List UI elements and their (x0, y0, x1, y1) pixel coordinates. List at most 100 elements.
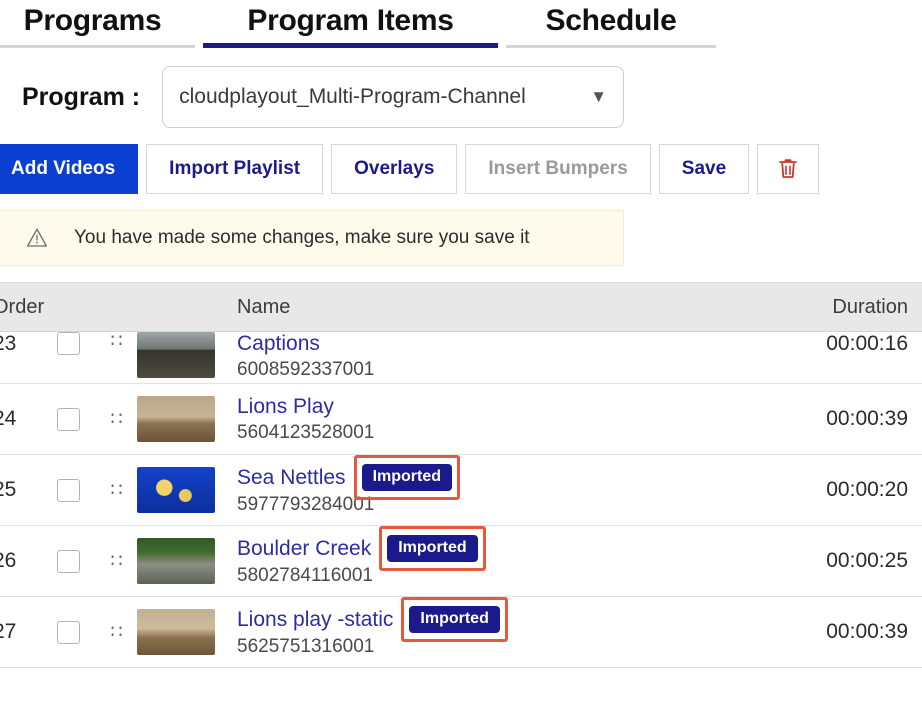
program-selector-row: Program : cloudplayout_Multi-Program-Cha… (0, 50, 922, 142)
row-name-line: Captions (237, 332, 748, 356)
chevron-down-icon: ▼ (590, 87, 608, 106)
row-checkbox[interactable] (56, 407, 80, 431)
row-select-cell (39, 478, 97, 502)
row-select-cell (39, 407, 97, 431)
table-row[interactable]: 27 ∷ Lions play -static Imported 56257513160… (0, 597, 922, 668)
table-row[interactable]: 25 ∷ Sea Nettles Imported 5977793284001 00:00… (0, 455, 922, 526)
header-duration: Duration (832, 295, 908, 318)
row-thumbnail-cell (137, 332, 227, 378)
tab-underline (0, 45, 195, 48)
row-select-cell (39, 332, 97, 355)
import-playlist-button[interactable]: Import Playlist (146, 144, 324, 194)
tab-underline (506, 45, 716, 48)
alert-message: You have made some changes, make sure yo… (74, 227, 530, 248)
row-name-cell: Boulder Creek Imported 5802784116001 (227, 526, 748, 587)
save-button[interactable]: Save (658, 144, 750, 194)
tab-programs-label: Programs (23, 4, 162, 37)
row-name-cell: Lions Play 5604123528001 (227, 395, 748, 444)
video-name-link[interactable]: Boulder Creek (237, 537, 371, 561)
row-name-line: Lions play -static Imported (237, 597, 748, 642)
header-order: Order (0, 295, 45, 318)
tab-schedule[interactable]: Schedule (506, 0, 716, 48)
program-items-page: Programs Program Items Schedule Program … (0, 0, 922, 702)
video-name-link[interactable]: Captions (237, 332, 320, 356)
status-badge: Imported (361, 464, 453, 491)
video-id: 5604123528001 (237, 421, 375, 443)
row-name-line: Boulder Creek Imported (237, 526, 748, 571)
table-body: 23 ∷ Captions 6008592337001 00:00:16 24 ∷ Lions… (0, 332, 922, 668)
video-thumbnail (137, 609, 215, 655)
drag-handle-icon[interactable]: ∷ (110, 332, 123, 351)
program-label: Program : (22, 82, 141, 111)
video-id: 5977793284001 (237, 494, 375, 515)
imported-badge-wrapper: Imported (379, 526, 487, 571)
drag-handle-icon[interactable]: ∷ (110, 623, 123, 642)
program-dropdown-value: cloudplayout_Multi-Program-Channel (179, 85, 526, 108)
video-thumbnail (137, 538, 215, 584)
warning-triangle-icon (26, 227, 48, 249)
row-checkbox[interactable] (56, 620, 80, 644)
row-drag-cell: ∷ (97, 552, 137, 571)
tab-program-items[interactable]: Program Items (203, 0, 498, 48)
drag-handle-icon[interactable]: ∷ (110, 552, 123, 571)
row-drag-cell: ∷ (97, 623, 137, 642)
row-order: 23 (0, 332, 17, 355)
row-name-line: Sea Nettles Imported (237, 455, 748, 500)
drag-handle-icon[interactable]: ∷ (110, 410, 123, 429)
imported-badge-wrapper: Imported (353, 455, 461, 500)
row-drag-cell: ∷ (97, 410, 137, 429)
program-items-table: Order Name Duration 23 ∷ Captions 600859233… (0, 282, 922, 668)
unsaved-changes-alert: You have made some changes, make sure yo… (0, 210, 624, 266)
row-duration: 00:00:20 (826, 478, 908, 501)
table-row[interactable]: 26 ∷ Boulder Creek Imported 5802784116001 00:… (0, 526, 922, 597)
row-select-cell (39, 549, 97, 573)
status-badge: Imported (409, 606, 500, 633)
row-checkbox[interactable] (56, 478, 80, 502)
row-order: 27 (0, 620, 17, 643)
row-checkbox[interactable] (56, 549, 80, 573)
row-name-cell: Sea Nettles Imported 5977793284001 (227, 455, 748, 516)
table-row[interactable]: 23 ∷ Captions 6008592337001 00:00:16 (0, 332, 922, 384)
insert-bumpers-button: Insert Bumpers (465, 144, 651, 194)
row-duration: 00:00:16 (826, 332, 908, 355)
row-duration: 00:00:25 (826, 549, 908, 572)
row-name-line: Lions Play (237, 395, 748, 419)
row-thumbnail-cell (137, 609, 227, 655)
trash-icon[interactable] (757, 144, 820, 194)
row-thumbnail-cell (137, 396, 227, 442)
row-name-cell: Lions play -static Imported 5625751316001 (227, 597, 748, 658)
row-order: 26 (0, 549, 17, 572)
status-badge: Imported (387, 535, 478, 562)
main-tabs: Programs Program Items Schedule (0, 0, 922, 50)
header-name: Name (237, 295, 291, 318)
program-dropdown[interactable]: cloudplayout_Multi-Program-Channel ▼ (162, 66, 625, 128)
tab-programs[interactable]: Programs (0, 0, 195, 48)
row-checkbox[interactable] (56, 332, 80, 355)
row-select-cell (39, 620, 97, 644)
overlays-button[interactable]: Overlays (331, 144, 458, 194)
video-id: 5802784116001 (237, 565, 373, 586)
video-thumbnail (137, 332, 215, 378)
tab-program-items-label: Program Items (247, 4, 454, 37)
video-name-link[interactable]: Lions Play (237, 395, 334, 419)
table-row[interactable]: 24 ∷ Lions Play5604123528001 00:00:39 (0, 384, 922, 455)
row-thumbnail-cell (137, 538, 227, 584)
video-name-link[interactable]: Sea Nettles (237, 466, 346, 490)
row-drag-cell: ∷ (97, 481, 137, 500)
drag-handle-icon[interactable]: ∷ (110, 481, 123, 500)
video-thumbnail (137, 396, 215, 442)
video-name-link[interactable]: Lions play -static (237, 608, 393, 632)
row-order: 24 (0, 407, 17, 430)
table-header-row: Order Name Duration (0, 282, 922, 332)
video-thumbnail (137, 467, 215, 513)
row-thumbnail-cell (137, 467, 227, 513)
action-toolbar: Add Videos Import Playlist Overlays Inse… (0, 144, 922, 194)
row-order: 25 (0, 478, 17, 501)
tab-underline-active (203, 43, 498, 48)
row-duration: 00:00:39 (826, 407, 908, 430)
video-id: 6008592337001 (237, 359, 375, 380)
imported-badge-wrapper: Imported (401, 597, 509, 642)
tab-schedule-label: Schedule (545, 4, 677, 37)
row-drag-cell: ∷ (97, 332, 137, 351)
add-videos-button[interactable]: Add Videos (0, 144, 139, 194)
